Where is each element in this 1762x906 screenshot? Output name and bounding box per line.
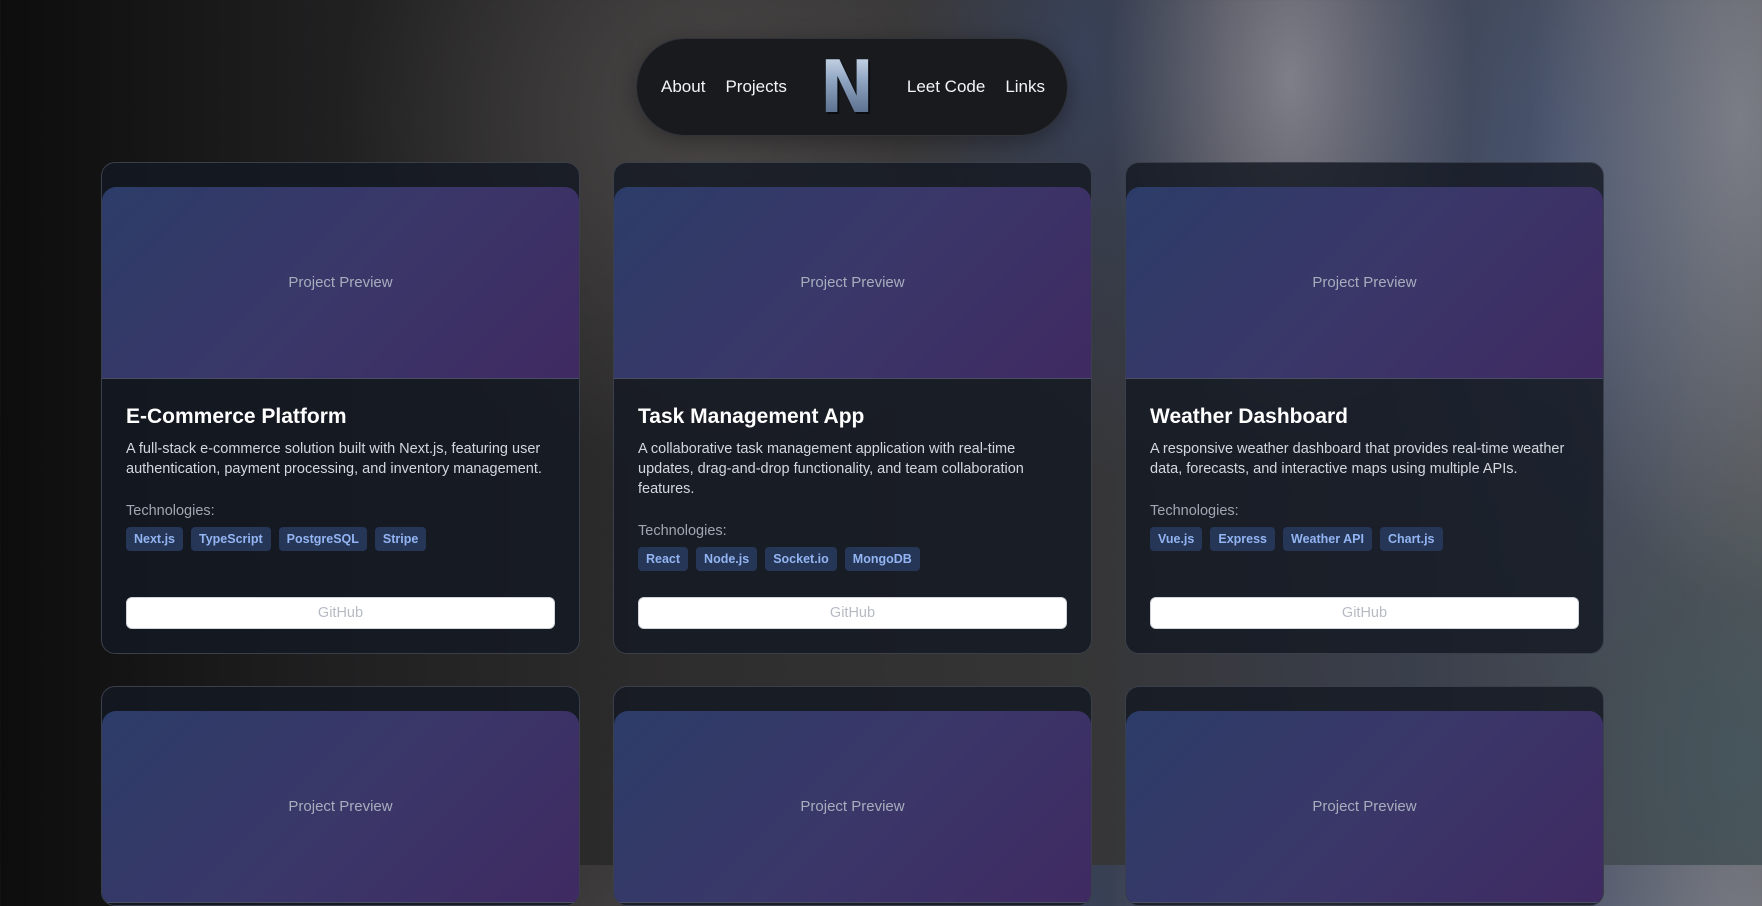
project-preview-label: Project Preview: [1312, 798, 1417, 815]
nav-link-projects[interactable]: Projects: [725, 77, 786, 97]
project-preview-label: Project Preview: [800, 274, 905, 291]
project-preview: Project Preview: [1126, 711, 1603, 903]
technologies-label: Technologies:: [126, 503, 215, 519]
project-title: Weather Dashboard: [1150, 405, 1348, 428]
project-title: E-Commerce Platform: [126, 405, 347, 428]
project-card: Project Preview: [101, 686, 580, 906]
project-preview: Project Preview: [102, 711, 579, 903]
project-card: Project Preview E-Commerce Platform A fu…: [101, 162, 580, 654]
tech-tag: Socket.io: [765, 547, 837, 571]
project-card: Project Preview Task Management App A co…: [613, 162, 1092, 654]
technologies-label: Technologies:: [638, 523, 727, 539]
tech-tag: MongoDB: [844, 547, 920, 571]
github-button[interactable]: GitHub: [1150, 597, 1579, 629]
tech-tag: Node.js: [696, 547, 758, 571]
github-button[interactable]: GitHub: [638, 597, 1067, 629]
project-description: A full-stack e-commerce solution built w…: [126, 441, 542, 477]
tech-tag: Express: [1210, 527, 1276, 551]
tech-tag: Chart.js: [1379, 527, 1443, 551]
tech-tag: Vue.js: [1150, 527, 1203, 551]
tech-tags: React Node.js Socket.io MongoDB: [638, 547, 1067, 571]
nav-link-links[interactable]: Links: [1005, 77, 1045, 97]
project-card: Project Preview: [613, 686, 1092, 906]
project-preview: Project Preview: [614, 711, 1091, 903]
project-preview-label: Project Preview: [288, 274, 393, 291]
nav-link-leet-code[interactable]: Leet Code: [907, 77, 985, 97]
tech-tag: Weather API: [1283, 527, 1372, 551]
project-card: Project Preview: [1125, 686, 1604, 906]
tech-tag: Next.js: [126, 527, 183, 551]
project-preview: Project Preview: [1126, 187, 1603, 379]
technologies-label: Technologies:: [1150, 503, 1239, 519]
project-preview: Project Preview: [102, 187, 579, 379]
project-preview-label: Project Preview: [288, 798, 393, 815]
tech-tag: Stripe: [374, 527, 427, 551]
project-preview-label: Project Preview: [1312, 274, 1417, 291]
top-nav: About Projects N Leet Code Links: [636, 38, 1068, 136]
project-preview-label: Project Preview: [800, 798, 905, 815]
nav-link-about[interactable]: About: [661, 77, 705, 97]
project-card: Project Preview Weather Dashboard A resp…: [1125, 162, 1604, 654]
tech-tags: Vue.js Express Weather API Chart.js: [1150, 527, 1579, 551]
tech-tag: React: [638, 547, 689, 571]
project-description: A collaborative task management applicat…: [638, 441, 1024, 497]
project-description: A responsive weather dashboard that prov…: [1150, 441, 1565, 477]
github-button[interactable]: GitHub: [126, 597, 555, 629]
logo[interactable]: N: [820, 51, 874, 123]
project-preview: Project Preview: [614, 187, 1091, 379]
tech-tag: PostgreSQL: [278, 527, 367, 551]
tech-tag: TypeScript: [191, 527, 271, 551]
project-title: Task Management App: [638, 405, 865, 428]
tech-tags: Next.js TypeScript PostgreSQL Stripe: [126, 527, 555, 551]
